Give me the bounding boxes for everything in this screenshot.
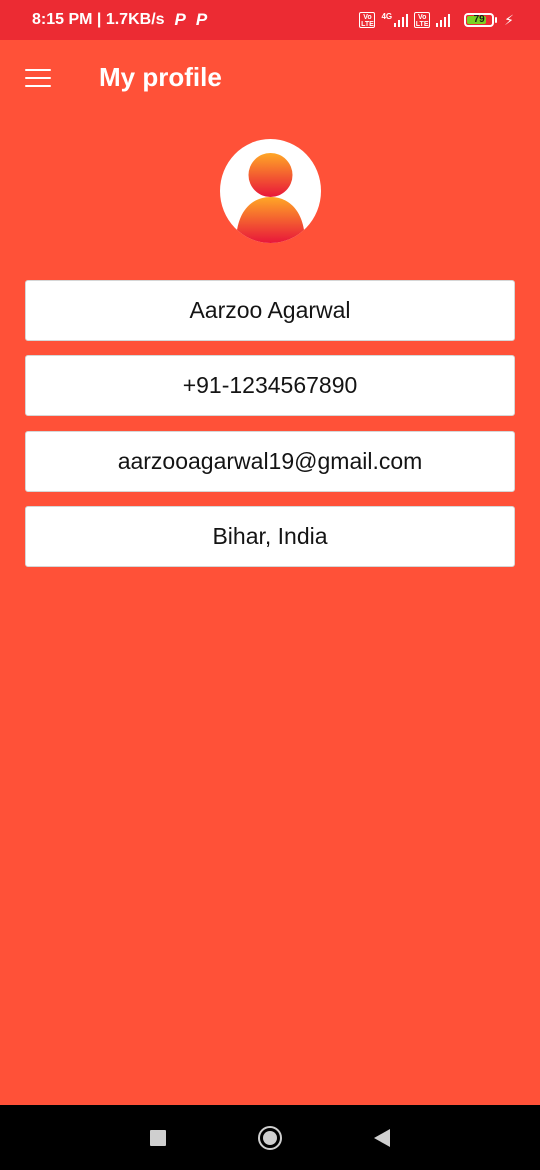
page-title: My profile — [99, 62, 222, 92]
battery-level: 79 — [473, 14, 485, 25]
signal-bars-icon-2 — [436, 13, 451, 27]
network-type-label: 4G — [381, 11, 393, 21]
avatar — [220, 139, 321, 243]
status-right: Vo LTE 4G Vo LTE 79 ⚡ — [359, 0, 514, 40]
volte-icon: Vo LTE — [359, 12, 376, 28]
notification-p-icon-2: P — [195, 10, 208, 29]
square-recents-icon — [150, 1129, 166, 1146]
signal-bars-icon — [394, 13, 409, 27]
user-avatar-icon — [236, 153, 305, 243]
volte-icon-2: Vo LTE — [414, 12, 431, 28]
hamburger-menu-icon[interactable] — [25, 69, 51, 87]
status-time-speed: 8:15 PM | 1.7KB/s — [32, 11, 165, 28]
nav-bar — [0, 1105, 540, 1170]
notification-p-icon: P — [174, 10, 186, 29]
circle-home-icon — [258, 1125, 282, 1150]
back-button[interactable] — [362, 1105, 402, 1170]
battery-icon: 79 — [464, 13, 498, 27]
name-field[interactable]: Aarzoo Agarwal — [25, 280, 515, 341]
phone-field[interactable]: +91-1234567890 — [25, 355, 515, 416]
status-left: 8:15 PM | 1.7KB/s P P — [32, 0, 207, 40]
status-bar: 8:15 PM | 1.7KB/s P P Vo LTE 4G Vo LTE 7… — [0, 0, 540, 40]
triangle-back-icon — [374, 1128, 390, 1147]
location-field[interactable]: Bihar, India — [25, 506, 515, 567]
email-field[interactable]: aarzooagarwal19@gmail.com — [25, 431, 515, 492]
home-button[interactable] — [250, 1105, 290, 1170]
lightning-bolt-icon: ⚡ — [504, 11, 514, 28]
recents-button[interactable] — [138, 1105, 178, 1170]
